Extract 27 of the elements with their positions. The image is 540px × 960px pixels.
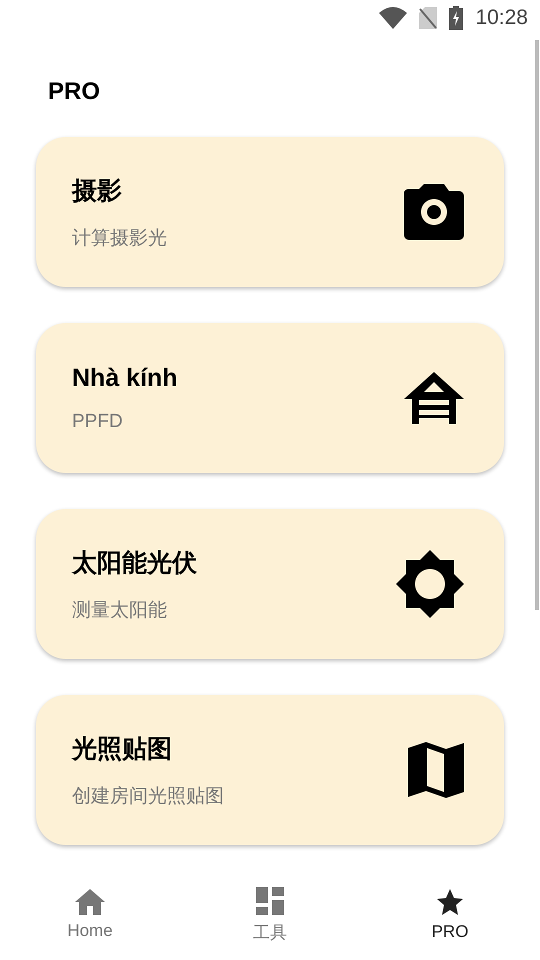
feature-card[interactable]: 摄影 计算摄影光 [36,137,504,287]
card-title: 光照贴图 [72,734,173,764]
nav-tab[interactable]: 工具 [180,870,360,960]
star-icon [436,888,464,916]
map-icon [408,742,464,798]
card-title: Nhà kính [72,364,178,392]
wifi-icon [379,7,408,29]
no-sim-icon [419,7,438,29]
camera-icon [404,184,464,240]
feature-card[interactable]: 太阳能光伏 测量太阳能 [36,509,504,659]
battery-charging-icon [449,6,464,30]
status-time: 10:28 [475,6,528,30]
page-title: PRO [48,78,102,107]
house-icon [404,372,464,424]
home-icon [75,889,105,915]
nav-tab[interactable]: PRO [360,870,540,960]
card-subtitle: 计算摄影光 [72,226,167,250]
card-subtitle: 创建房间光照贴图 [72,784,224,808]
feature-card[interactable]: 光照贴图 创建房间光照贴图 [36,695,504,845]
nav-tab[interactable]: Home [0,870,180,960]
brightness-icon [396,550,464,618]
card-subtitle: PPFD [72,410,124,432]
dashboard-icon [256,886,284,914]
card-title: 太阳能光伏 [72,548,197,578]
card-title: 摄影 [72,176,123,206]
feature-card[interactable]: Nhà kính PPFD [36,323,504,473]
card-subtitle: 测量太阳能 [72,598,168,622]
